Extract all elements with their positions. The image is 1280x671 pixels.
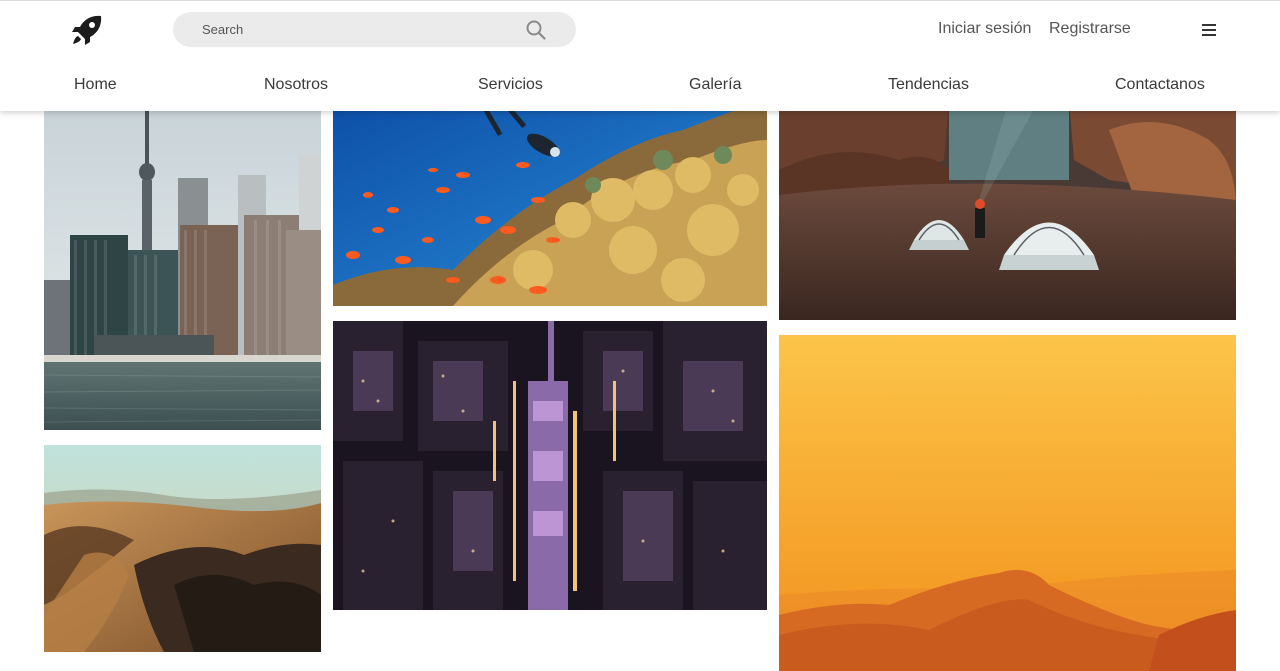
gallery-photo-toronto[interactable] — [44, 100, 321, 430]
gallery-photo-desert-canyon[interactable] — [44, 445, 321, 652]
search-input[interactable] — [173, 12, 576, 47]
nav-item-nosotros[interactable]: Nosotros — [264, 76, 328, 94]
nav-item-home[interactable]: Home — [74, 76, 117, 94]
site-header: Iniciar sesión Registrarse Home Nosotros… — [0, 0, 1280, 111]
nav-item-contactanos[interactable]: Contactanos — [1115, 76, 1205, 94]
hamburger-menu-icon[interactable] — [1200, 21, 1218, 39]
gallery-photo-night-city[interactable] — [333, 321, 767, 610]
gallery-photo-desert-camp[interactable] — [779, 100, 1236, 320]
nav-item-galeria[interactable]: Galería — [689, 76, 741, 94]
register-link[interactable]: Registrarse — [1049, 20, 1131, 38]
login-link[interactable]: Iniciar sesión — [938, 20, 1031, 38]
search-icon[interactable] — [526, 20, 546, 40]
nav-item-servicios[interactable]: Servicios — [478, 76, 543, 94]
gallery-photo-coral-reef[interactable] — [333, 100, 767, 306]
search-bar — [173, 12, 576, 47]
nav-item-tendencias[interactable]: Tendencias — [888, 76, 969, 94]
gallery-photo-orange-sunset[interactable] — [779, 335, 1236, 671]
rocket-logo-icon[interactable] — [70, 13, 104, 47]
